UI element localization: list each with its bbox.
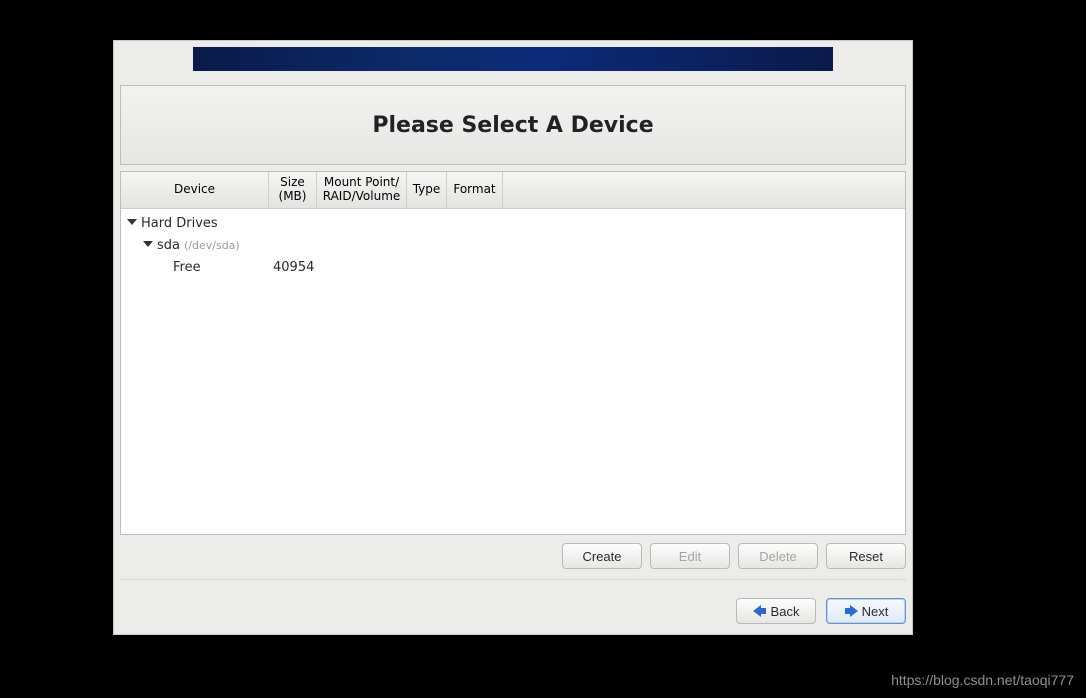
installer-window: Please Select A Device Device Size (MB) … (113, 40, 913, 635)
device-tree[interactable]: Hard Drives sda (/dev/sda) Free 40954 (121, 209, 905, 534)
page-title: Please Select A Device (372, 113, 653, 138)
col-header-format[interactable]: Format (447, 172, 503, 208)
tree-label: Hard Drives (141, 216, 218, 231)
arrow-left-icon (753, 605, 767, 617)
banner-image (193, 47, 833, 71)
tree-label: sda (157, 238, 180, 253)
back-label: Back (771, 604, 800, 619)
device-path: (/dev/sda) (184, 239, 240, 252)
create-button[interactable]: Create (562, 543, 642, 569)
watermark: https://blog.csdn.net/taoqi777 (891, 672, 1074, 688)
next-button[interactable]: Next (826, 598, 906, 624)
free-size: 40954 (269, 260, 317, 275)
tree-row-free[interactable]: Free 40954 (121, 257, 905, 279)
banner-area (114, 41, 912, 79)
chevron-down-icon[interactable] (127, 219, 137, 229)
col-header-size[interactable]: Size (MB) (269, 172, 317, 208)
next-label: Next (862, 604, 889, 619)
arrow-right-icon (844, 605, 858, 617)
col-header-mount[interactable]: Mount Point/ RAID/Volume (317, 172, 407, 208)
device-panel: Device Size (MB) Mount Point/ RAID/Volum… (120, 171, 906, 535)
col-header-device[interactable]: Device (121, 172, 269, 208)
back-button[interactable]: Back (736, 598, 816, 624)
nav-row: Back Next (120, 598, 906, 624)
col-header-type[interactable]: Type (407, 172, 447, 208)
chevron-down-icon[interactable] (143, 241, 153, 251)
tree-label: Free (173, 260, 201, 275)
action-row: Create Edit Delete Reset (120, 543, 906, 580)
delete-button[interactable]: Delete (738, 543, 818, 569)
device-table-header: Device Size (MB) Mount Point/ RAID/Volum… (121, 172, 905, 209)
tree-row-hard-drives[interactable]: Hard Drives (121, 213, 905, 235)
title-panel: Please Select A Device (120, 85, 906, 165)
tree-row-sda[interactable]: sda (/dev/sda) (121, 235, 905, 257)
edit-button[interactable]: Edit (650, 543, 730, 569)
reset-button[interactable]: Reset (826, 543, 906, 569)
